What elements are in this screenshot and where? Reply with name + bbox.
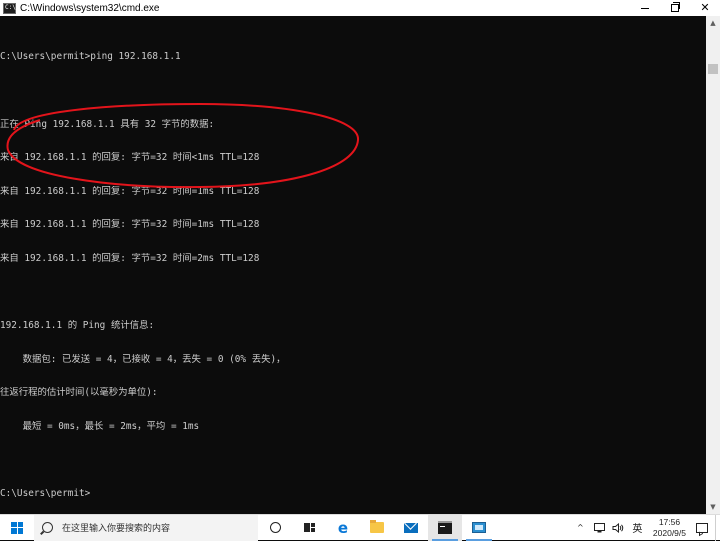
notification-icon	[695, 522, 708, 533]
remote-desktop-taskbar-button[interactable]	[462, 515, 496, 541]
search-placeholder: 在这里输入你要搜索的内容	[62, 524, 171, 534]
console-line: 数据包: 已发送 = 4，已接收 = 4，丢失 = 0 (0% 丢失)，	[0, 353, 286, 365]
edge-icon: e	[337, 518, 349, 537]
network-icon[interactable]	[590, 515, 609, 541]
task-view-icon	[303, 523, 315, 532]
tray-chevron-icon[interactable]: ^	[571, 515, 590, 541]
cortana-icon	[269, 522, 281, 533]
console-line: 往返行程的估计时间(以毫秒为单位):	[0, 387, 158, 399]
console-line: C:\Users\permit>ping 192.168.1.1	[0, 51, 181, 63]
console-line: 来自 192.168.1.1 的回复: 字节=32 时间=2ms TTL=128	[0, 252, 260, 264]
taskbar-search-box[interactable]: 在这里输入你要搜索的内容	[34, 514, 258, 541]
clock-date: 2020/9/5	[652, 527, 686, 538]
console-line: 来自 192.168.1.1 的回复: 字节=32 时间=1ms TTL=128	[0, 185, 260, 197]
minimize-icon	[641, 7, 649, 9]
clock-time: 17:56	[658, 516, 681, 527]
taskbar: 在这里输入你要搜索的内容 e ^ 英 17:56 2020/9/5	[0, 514, 720, 541]
notification-button[interactable]	[692, 515, 711, 541]
search-icon	[42, 522, 53, 533]
file-explorer-icon	[370, 520, 384, 533]
mail-icon	[404, 522, 418, 533]
app-cmd-icon[interactable]	[3, 2, 16, 14]
maximize-button[interactable]	[660, 0, 690, 16]
vertical-scrollbar[interactable]: ▲ ▼	[706, 16, 720, 514]
windows-start-icon	[11, 521, 23, 534]
edge-taskbar-button[interactable]: e	[326, 515, 360, 541]
close-icon: ✕	[700, 1, 710, 14]
cmd-taskbar-icon	[438, 521, 452, 534]
cmd-window[interactable]: C:\Windows\system32\cmd.exe ✕ C:\Users\p…	[0, 0, 720, 514]
remote-desktop-icon	[472, 522, 486, 533]
clock[interactable]: 17:56 2020/9/5	[647, 515, 692, 541]
console-line: 来自 192.168.1.1 的回复: 字节=32 时间<1ms TTL=128	[0, 152, 260, 164]
console-line: 正在 Ping 192.168.1.1 具有 32 字节的数据:	[0, 118, 215, 130]
maximize-icon	[671, 2, 680, 12]
window-title: C:\Windows\system32\cmd.exe	[20, 2, 160, 14]
console-output[interactable]: C:\Users\permit>ping 192.168.1.1 正在 Ping…	[0, 16, 706, 514]
console-line: 来自 192.168.1.1 的回复: 字节=32 时间=1ms TTL=128	[0, 219, 260, 231]
system-tray: ^ 英 17:56 2020/9/5	[571, 514, 720, 541]
scroll-up-arrow-icon[interactable]: ▲	[706, 16, 720, 30]
task-view-button[interactable]	[292, 515, 326, 541]
scroll-thumb[interactable]	[708, 64, 718, 74]
close-button[interactable]: ✕	[690, 0, 720, 16]
ime-indicator[interactable]: 英	[628, 515, 647, 541]
mail-taskbar-button[interactable]	[394, 515, 428, 541]
minimize-button[interactable]	[630, 0, 660, 16]
title-bar[interactable]: C:\Windows\system32\cmd.exe ✕	[0, 0, 720, 16]
console-line: 192.168.1.1 的 Ping 统计信息:	[0, 320, 155, 332]
console-line: 最短 = 0ms，最长 = 2ms，平均 = 1ms	[0, 420, 200, 432]
window-controls: ✕	[630, 0, 720, 16]
cortana-button[interactable]	[258, 515, 292, 541]
volume-icon[interactable]	[609, 515, 628, 541]
show-desktop-button[interactable]	[715, 514, 720, 541]
console-prompt[interactable]: C:\Users\permit>	[0, 488, 706, 499]
scroll-down-arrow-icon[interactable]: ▼	[706, 500, 720, 514]
cmd-taskbar-button[interactable]	[428, 514, 462, 541]
file-explorer-taskbar-button[interactable]	[360, 515, 394, 541]
start-button[interactable]	[0, 515, 34, 541]
